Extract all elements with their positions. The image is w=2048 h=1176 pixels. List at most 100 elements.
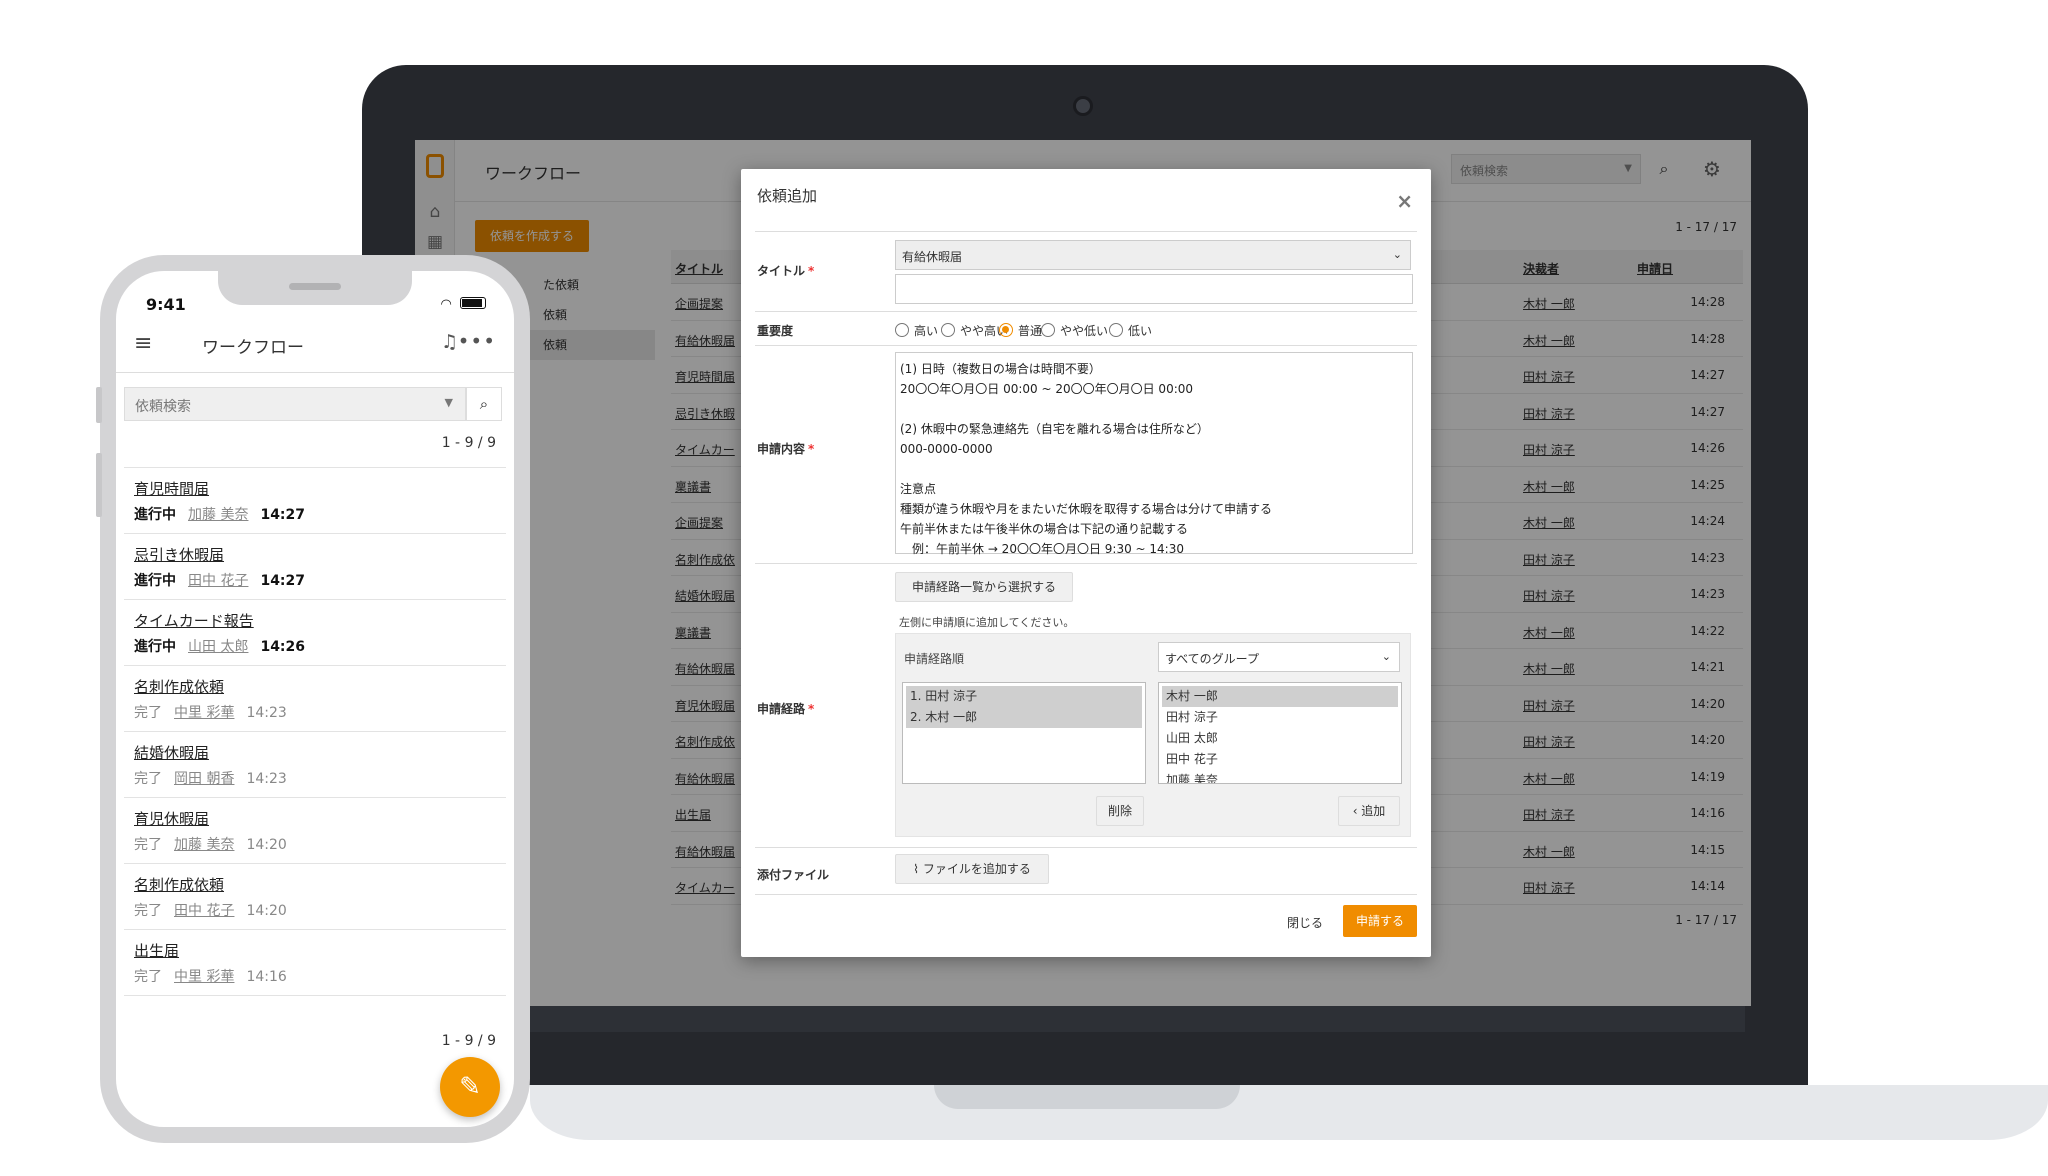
item-person[interactable]: 山田 太郎 xyxy=(188,639,248,655)
item-person[interactable]: 中里 彩華 xyxy=(174,705,234,721)
list-item[interactable]: 育児時間届 進行中 加藤 美奈 14:27 xyxy=(124,467,506,533)
row-title[interactable]: 有給休暇届 xyxy=(675,332,735,349)
priority-option[interactable]: 高い xyxy=(895,322,938,339)
chevron-down-icon[interactable]: ▼ xyxy=(1624,163,1632,174)
item-title[interactable]: 結婚休暇届 xyxy=(134,742,496,764)
row-decider[interactable]: 田村 涼子 xyxy=(1523,405,1575,422)
search-input[interactable]: 依頼検索 ▼ xyxy=(1451,154,1641,184)
list-item[interactable]: タイムカード報告 進行中 山田 太郎 14:26 xyxy=(124,599,506,665)
item-person[interactable]: 田中 花子 xyxy=(174,903,234,919)
member-item[interactable]: 山田 太郎 xyxy=(1162,728,1398,749)
item-title[interactable]: 名刺作成依頼 xyxy=(134,676,496,698)
row-title[interactable]: 育児時間届 xyxy=(675,368,735,385)
title-select[interactable]: 有給休暇届 ⌄ xyxy=(895,240,1411,270)
column-decider[interactable]: 決裁者 xyxy=(1523,260,1559,277)
priority-option[interactable]: やや高い xyxy=(941,322,1008,339)
item-title[interactable]: タイムカード報告 xyxy=(134,610,496,632)
column-date[interactable]: 申請日 xyxy=(1637,260,1673,277)
item-title[interactable]: 名刺作成依頼 xyxy=(134,874,496,896)
delete-button[interactable]: 削除 xyxy=(1096,796,1144,826)
member-list[interactable]: 木村 一郎 田村 涼子 山田 太郎 田中 花子 加藤 美奈 xyxy=(1158,682,1402,784)
row-title[interactable]: 出生届 xyxy=(675,806,711,823)
member-item[interactable]: 加藤 美奈 xyxy=(1162,770,1398,783)
title-input[interactable] xyxy=(895,274,1413,304)
row-decider[interactable]: 木村 一郎 xyxy=(1523,624,1575,641)
radio-icon[interactable] xyxy=(895,323,909,337)
radio-icon[interactable] xyxy=(1041,323,1055,337)
item-title[interactable]: 育児休暇届 xyxy=(134,808,496,830)
row-decider[interactable]: 木村 一郎 xyxy=(1523,770,1575,787)
row-decider[interactable]: 木村 一郎 xyxy=(1523,478,1575,495)
row-decider[interactable]: 田村 涼子 xyxy=(1523,733,1575,750)
calendar-icon[interactable]: ▦ xyxy=(425,232,445,252)
row-decider[interactable]: 田村 涼子 xyxy=(1523,697,1575,714)
radio-icon[interactable] xyxy=(941,323,955,337)
route-order-list[interactable]: 1. 田村 涼子 2. 木村 一郎 xyxy=(902,682,1146,784)
item-person[interactable]: 田中 花子 xyxy=(188,573,248,589)
row-title[interactable]: 名刺作成依 xyxy=(675,551,735,568)
row-title[interactable]: タイムカー xyxy=(675,441,735,458)
group-select[interactable]: すべてのグループ ⌄ xyxy=(1158,642,1400,672)
search-icon[interactable]: ⌕ xyxy=(466,387,502,421)
row-decider[interactable]: 田村 涼子 xyxy=(1523,587,1575,604)
list-item[interactable]: 名刺作成依頼 完了 田中 花子 14:20 xyxy=(124,863,506,929)
row-decider[interactable]: 木村 一郎 xyxy=(1523,332,1575,349)
submit-button[interactable]: 申請する xyxy=(1343,905,1417,937)
row-decider[interactable]: 田村 涼子 xyxy=(1523,368,1575,385)
item-person[interactable]: 岡田 朝香 xyxy=(174,771,234,787)
more-icon[interactable]: ••• xyxy=(458,329,496,353)
item-title[interactable]: 忌引き休暇届 xyxy=(134,544,496,566)
row-title[interactable]: 有給休暇届 xyxy=(675,770,735,787)
row-decider[interactable]: 木村 一郎 xyxy=(1523,843,1575,860)
phone-search-input[interactable]: 依頼検索 ▼ xyxy=(124,387,466,421)
row-title[interactable]: 有給休暇届 xyxy=(675,660,735,677)
item-title[interactable]: 出生届 xyxy=(134,940,496,962)
route-order-item[interactable]: 1. 田村 涼子 xyxy=(906,686,1142,707)
row-title[interactable]: 名刺作成依 xyxy=(675,733,735,750)
radio-icon[interactable] xyxy=(999,323,1013,337)
member-item[interactable]: 木村 一郎 xyxy=(1162,686,1398,707)
list-item[interactable]: 出生届 完了 中里 彩華 14:16 xyxy=(124,929,506,995)
item-person[interactable]: 中里 彩華 xyxy=(174,969,234,985)
row-decider[interactable]: 木村 一郎 xyxy=(1523,514,1575,531)
priority-option[interactable]: 普通 xyxy=(999,322,1042,339)
row-title[interactable]: 結婚休暇届 xyxy=(675,587,735,604)
row-title[interactable]: 育児休暇届 xyxy=(675,697,735,714)
attach-file-button[interactable]: ⌇ ファイルを追加する xyxy=(895,854,1049,884)
add-member-button[interactable]: ‹ 追加 xyxy=(1338,796,1400,826)
row-title[interactable]: 稟議書 xyxy=(675,478,711,495)
list-item[interactable]: 名刺作成依頼 完了 中里 彩華 14:23 xyxy=(124,665,506,731)
close-icon[interactable]: × xyxy=(1396,189,1413,213)
close-modal-link[interactable]: 閉じる xyxy=(1287,914,1323,931)
home-icon[interactable]: ⌂ xyxy=(425,202,445,222)
row-title[interactable]: タイムカー xyxy=(675,879,735,896)
row-decider[interactable]: 木村 一郎 xyxy=(1523,660,1575,677)
item-person[interactable]: 加藤 美奈 xyxy=(188,507,248,523)
member-item[interactable]: 田中 花子 xyxy=(1162,749,1398,770)
row-decider[interactable]: 田村 涼子 xyxy=(1523,879,1575,896)
list-item[interactable]: 忌引き休暇届 進行中 田中 花子 14:27 xyxy=(124,533,506,599)
gear-icon[interactable]: ⚙ xyxy=(1697,154,1727,184)
radio-icon[interactable] xyxy=(1109,323,1123,337)
content-textarea[interactable]: (1) 日時（複数日の場合は時間不要） 20〇〇年〇月〇日 00:00 ~ 20〇… xyxy=(895,352,1413,556)
hamburger-menu-icon[interactable]: ≡ xyxy=(134,331,152,356)
select-route-button[interactable]: 申請経路一覧から選択する xyxy=(895,572,1073,602)
pencil-icon[interactable]: ✎ xyxy=(440,1057,500,1117)
row-decider[interactable]: 田村 涼子 xyxy=(1523,441,1575,458)
route-order-item[interactable]: 2. 木村 一郎 xyxy=(906,707,1142,728)
priority-option[interactable]: 低い xyxy=(1109,322,1152,339)
row-title[interactable]: 稟議書 xyxy=(675,624,711,641)
list-item[interactable]: 結婚休暇届 完了 岡田 朝香 14:23 xyxy=(124,731,506,797)
row-title[interactable]: 企画提案 xyxy=(675,295,723,312)
row-title[interactable]: 企画提案 xyxy=(675,514,723,531)
app-logo-icon[interactable] xyxy=(426,154,444,178)
row-decider[interactable]: 田村 涼子 xyxy=(1523,551,1575,568)
row-title[interactable]: 忌引き休暇 xyxy=(675,405,735,422)
priority-option[interactable]: やや低い xyxy=(1041,322,1108,339)
row-title[interactable]: 有給休暇届 xyxy=(675,843,735,860)
item-person[interactable]: 加藤 美奈 xyxy=(174,837,234,853)
row-decider[interactable]: 木村 一郎 xyxy=(1523,295,1575,312)
item-title[interactable]: 育児時間届 xyxy=(134,478,496,500)
create-request-button[interactable]: 依頼を作成する xyxy=(475,220,589,252)
search-icon[interactable]: ⌕ xyxy=(1647,154,1681,184)
